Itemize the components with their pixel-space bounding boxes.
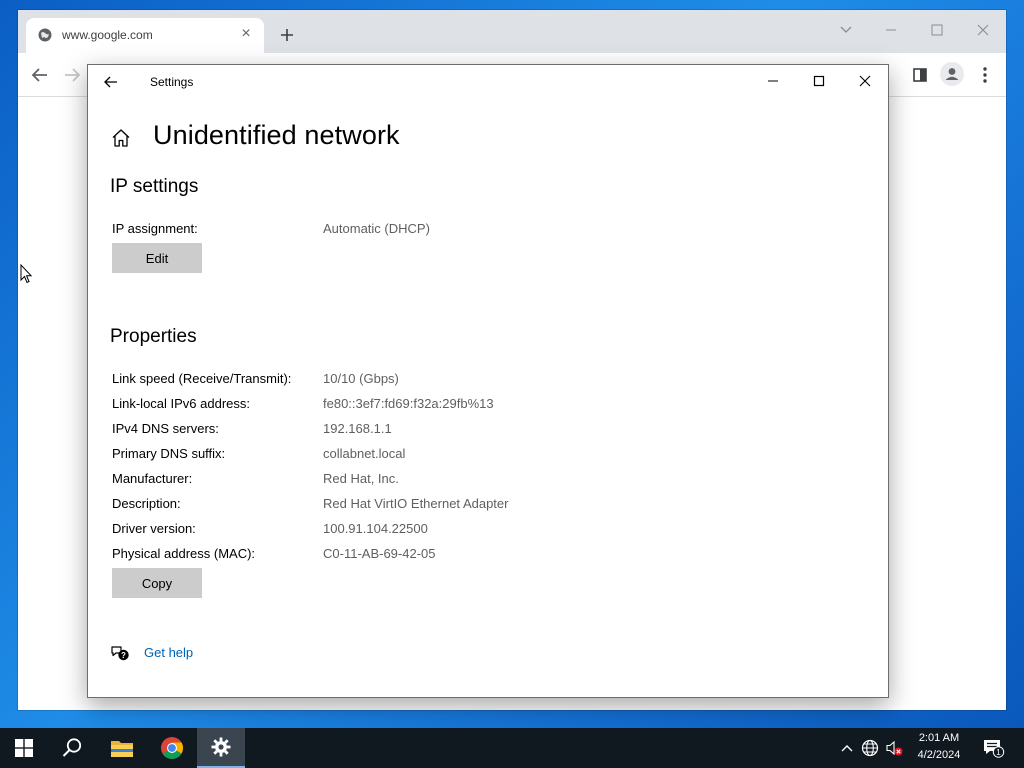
dns-suffix-label: Primary DNS suffix: [112, 446, 226, 461]
search-button[interactable] [48, 728, 96, 768]
browser-close-icon[interactable] [965, 16, 1001, 44]
new-tab-icon[interactable] [276, 24, 298, 46]
ipv6-value: fe80::3ef7:fd69:f32a:29fb%13 [323, 396, 494, 411]
edit-button[interactable]: Edit [112, 243, 202, 273]
search-icon [62, 738, 82, 757]
get-help-icon: ? [111, 646, 129, 661]
mouse-cursor-icon [20, 264, 32, 284]
browser-minimize-icon[interactable] [873, 16, 909, 44]
taskbar-settings[interactable] [197, 728, 245, 768]
chevron-up-icon[interactable] [837, 738, 857, 758]
taskbar-file-explorer[interactable] [98, 728, 146, 768]
globe-icon [38, 28, 52, 42]
link-speed-label: Link speed (Receive/Transmit): [112, 371, 292, 386]
svg-text:?: ? [121, 651, 126, 660]
ip-settings-heading: IP settings [110, 176, 199, 197]
tab-search-icon[interactable] [828, 16, 864, 44]
dns-servers-label: IPv4 DNS servers: [112, 421, 219, 436]
page-title: Unidentified network [153, 120, 400, 150]
browser-tab[interactable]: www.google.com × [26, 18, 264, 53]
notification-center-icon[interactable]: 1 [982, 737, 1006, 759]
side-panel-icon[interactable] [908, 63, 932, 87]
tab-title: www.google.com [62, 28, 153, 42]
profile-icon[interactable] [940, 62, 964, 86]
start-button[interactable] [0, 728, 48, 768]
close-icon[interactable] [842, 65, 888, 97]
link-speed-value: 10/10 (Gbps) [323, 371, 399, 386]
minimize-icon[interactable] [750, 65, 796, 97]
folder-icon [111, 741, 133, 757]
menu-dots-icon[interactable] [973, 63, 997, 87]
copy-button[interactable]: Copy [112, 568, 202, 598]
ipv6-label: Link-local IPv6 address: [112, 396, 251, 411]
properties-heading: Properties [110, 326, 197, 347]
ip-assignment-value: Automatic (DHCP) [323, 221, 430, 236]
manufacturer-label: Manufacturer: [112, 471, 193, 486]
taskbar-chrome[interactable] [148, 728, 196, 768]
mac-address-value: C0-11-AB-69-42-05 [323, 546, 436, 561]
chrome-icon [161, 737, 183, 759]
dns-servers-value: 192.168.1.1 [323, 421, 392, 436]
description-label: Description: [112, 496, 181, 511]
back-arrow-icon[interactable] [100, 71, 122, 93]
taskbar: 2:01 AM 4/2/2024 1 [0, 728, 1024, 768]
browser-tab-strip: www.google.com × [18, 10, 1006, 53]
gear-icon [211, 737, 231, 757]
clock-time[interactable]: 2:01 AM [914, 732, 964, 744]
ip-assignment-label: IP assignment: [112, 221, 198, 236]
settings-window: Settings Unidentified network IP setting… [87, 64, 889, 698]
manufacturer-value: Red Hat, Inc. [323, 471, 399, 486]
maximize-icon[interactable] [796, 65, 842, 97]
browser-maximize-icon[interactable] [919, 16, 955, 44]
forward-icon[interactable] [60, 63, 84, 87]
close-tab-icon[interactable]: × [236, 24, 256, 44]
clock-date[interactable]: 4/2/2024 [910, 749, 968, 761]
volume-muted-icon[interactable] [884, 738, 904, 758]
back-icon[interactable] [28, 63, 52, 87]
get-help-link[interactable]: Get help [144, 645, 193, 660]
notification-count: 1 [996, 748, 1001, 757]
driver-version-value: 100.91.104.22500 [323, 521, 428, 536]
mac-address-label: Physical address (MAC): [112, 546, 256, 561]
window-title: Settings [150, 75, 194, 89]
driver-version-label: Driver version: [112, 521, 196, 536]
windows-logo-icon [15, 739, 33, 757]
home-icon[interactable] [110, 127, 132, 149]
description-value: Red Hat VirtIO Ethernet Adapter [323, 496, 509, 511]
settings-titlebar: Settings [88, 65, 888, 98]
network-globe-icon[interactable] [860, 738, 880, 758]
dns-suffix-value: collabnet.local [323, 446, 406, 461]
